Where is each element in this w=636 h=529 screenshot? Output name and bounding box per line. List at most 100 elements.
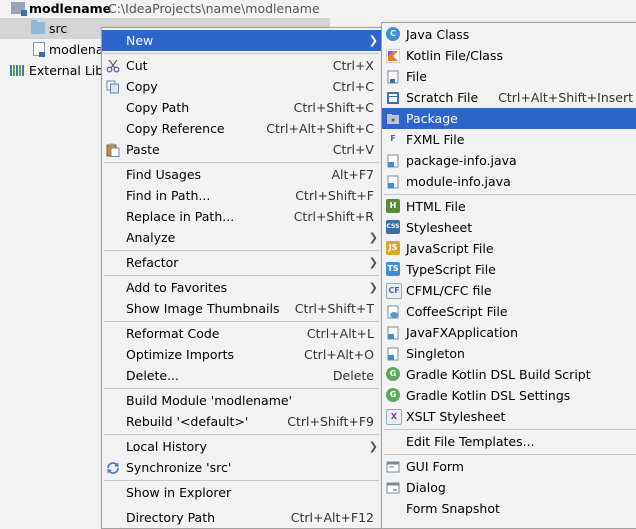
submenu-item-xslt-stylesheet[interactable]: X XSLT Stylesheet: [382, 406, 636, 427]
menu-item-label: Scratch File: [406, 90, 479, 105]
submenu-item-gradle-kotlin-settings[interactable]: G Gradle Kotlin DSL Settings: [382, 385, 636, 406]
java-class-icon: C: [386, 27, 400, 41]
menu-item-analyze[interactable]: Analyze ❯: [102, 227, 381, 248]
menu-item-label: Reformat Code: [126, 326, 220, 341]
module-file-label: modlena: [49, 42, 104, 57]
shortcut-label: Ctrl+Shift+C: [293, 100, 374, 115]
menu-separator: [104, 321, 379, 322]
menu-item-label: File: [406, 69, 427, 84]
javafx-icon: [386, 325, 400, 340]
menu-item-label: TypeScript File: [406, 262, 496, 277]
menu-item-label: Kotlin File/Class: [406, 48, 503, 63]
submenu-item-form-snapshot[interactable]: Form Snapshot: [382, 498, 636, 519]
menu-item-label: New: [126, 33, 154, 48]
copy-icon: [106, 79, 120, 94]
menu-item-label: Show in Explorer: [126, 485, 232, 500]
submenu-item-dialog[interactable]: Dialog: [382, 477, 636, 498]
tree-row-module-file[interactable]: modlena: [0, 39, 104, 60]
menu-item-local-history[interactable]: Local History ❯: [102, 436, 381, 457]
submenu-item-cfml-file[interactable]: CF CFML/CFC file: [382, 280, 636, 301]
menu-item-label: FXML File: [406, 132, 465, 147]
shortcut-label: Ctrl+Alt+O: [304, 347, 374, 362]
menu-item-label: Build Module 'modlename': [126, 393, 293, 408]
menu-item-paste[interactable]: Paste Ctrl+V: [102, 139, 381, 160]
submenu-item-gui-form[interactable]: GUI Form: [382, 456, 636, 477]
menu-item-synchronize[interactable]: Synchronize 'src': [102, 457, 381, 478]
menu-item-new[interactable]: New ❯: [102, 30, 381, 51]
tree-row-project-root[interactable]: modlename C:\IdeaProjects\name\modlename: [0, 0, 330, 19]
menu-item-copy-reference[interactable]: Copy Reference Ctrl+Alt+Shift+C: [102, 118, 381, 139]
javascript-icon: JS: [386, 241, 400, 255]
xslt-icon: X: [386, 409, 402, 425]
module-file-icon: [33, 42, 45, 57]
menu-item-find-usages[interactable]: Find Usages Alt+F7: [102, 164, 381, 185]
submenu-item-package[interactable]: Package: [382, 108, 636, 129]
menu-item-label: module-info.java: [406, 174, 511, 189]
submenu-item-typescript-file[interactable]: TS TypeScript File: [382, 259, 636, 280]
submenu-item-html-file[interactable]: H HTML File: [382, 196, 636, 217]
submenu-item-javascript-file[interactable]: JS JavaScript File: [382, 238, 636, 259]
menu-item-label: Copy Reference: [126, 121, 225, 136]
shortcut-label: Ctrl+X: [332, 58, 374, 73]
cfml-icon: CF: [386, 283, 402, 299]
paste-icon: [106, 142, 120, 157]
submenu-item-fxml-file[interactable]: F FXML File: [382, 129, 636, 150]
menu-separator: [104, 275, 379, 276]
menu-item-label: Singleton: [406, 346, 465, 361]
menu-separator: [104, 250, 379, 251]
coffeescript-icon: [386, 304, 400, 319]
menu-item-label: XSLT Stylesheet: [406, 409, 506, 424]
submenu-item-file[interactable]: File: [382, 66, 636, 87]
html-icon: H: [386, 199, 400, 213]
submenu-item-stylesheet[interactable]: CSS Stylesheet: [382, 217, 636, 238]
menu-item-show-in-explorer[interactable]: Show in Explorer: [102, 482, 381, 503]
project-name: modlename: [29, 1, 112, 16]
menu-item-copy[interactable]: Copy Ctrl+C: [102, 76, 381, 97]
gradle-icon: G: [386, 367, 400, 381]
menu-item-build-module[interactable]: Build Module 'modlename': [102, 390, 381, 411]
submenu-item-javafx-application[interactable]: JavaFXApplication: [382, 322, 636, 343]
menu-item-copy-path[interactable]: Copy Path Ctrl+Shift+C: [102, 97, 381, 118]
submenu-item-package-info[interactable]: package-info.java: [382, 150, 636, 171]
menu-item-label: HTML File: [406, 199, 466, 214]
chevron-right-icon: ❯: [368, 281, 378, 294]
submenu-item-edit-file-templates[interactable]: Edit File Templates...: [382, 431, 636, 452]
submenu-item-coffeescript-file[interactable]: CoffeeScript File: [382, 301, 636, 322]
menu-item-optimize-imports[interactable]: Optimize Imports Ctrl+Alt+O: [102, 344, 381, 365]
menu-item-rebuild[interactable]: Rebuild '<default>' Ctrl+Shift+F9: [102, 411, 381, 432]
menu-item-label: JavaFXApplication: [406, 325, 518, 340]
menu-item-label: Directory Path: [126, 510, 216, 525]
menu-separator: [384, 194, 636, 195]
kotlin-icon: [385, 48, 401, 64]
submenu-item-singleton[interactable]: Singleton: [382, 343, 636, 364]
submenu-item-kotlin-file[interactable]: Kotlin File/Class: [382, 45, 636, 66]
menu-separator: [104, 53, 379, 54]
submenu-item-gradle-kotlin-build-script[interactable]: G Gradle Kotlin DSL Build Script: [382, 364, 636, 385]
menu-item-directory-path[interactable]: Directory Path Ctrl+Alt+F12: [102, 507, 381, 528]
submenu-item-scratch-file[interactable]: Scratch File Ctrl+Alt+Shift+Insert: [382, 87, 636, 108]
shortcut-label: Ctrl+Shift+F: [295, 188, 374, 203]
menu-item-cut[interactable]: Cut Ctrl+X: [102, 55, 381, 76]
menu-item-replace-in-path[interactable]: Replace in Path... Ctrl+Shift+R: [102, 206, 381, 227]
project-path: C:\IdeaProjects\name\modlename: [108, 1, 320, 16]
menu-item-add-to-favorites[interactable]: Add to Favorites ❯: [102, 277, 381, 298]
package-folder-icon: [386, 111, 400, 125]
menu-item-reformat-code[interactable]: Reformat Code Ctrl+Alt+L: [102, 323, 381, 344]
menu-item-delete[interactable]: Delete... Delete: [102, 365, 381, 386]
shortcut-label: Ctrl+V: [332, 142, 374, 157]
menu-item-label: package-info.java: [406, 153, 517, 168]
menu-item-show-image-thumbnails[interactable]: Show Image Thumbnails Ctrl+Shift+T: [102, 298, 381, 319]
submenu-item-module-info[interactable]: module-info.java: [382, 171, 636, 192]
menu-item-label: Refactor: [126, 255, 179, 270]
menu-item-label: Cut: [126, 58, 148, 73]
menu-item-label: Edit File Templates...: [406, 434, 535, 449]
submenu-item-java-class[interactable]: C Java Class: [382, 24, 636, 45]
menu-item-find-in-path[interactable]: Find in Path... Ctrl+Shift+F: [102, 185, 381, 206]
menu-item-label: Dialog: [406, 480, 446, 495]
tree-row-external-libraries[interactable]: External Libr: [0, 60, 108, 81]
chevron-right-icon: ❯: [368, 231, 378, 244]
folder-icon: [31, 20, 45, 34]
menu-item-refactor[interactable]: Refactor ❯: [102, 252, 381, 273]
menu-item-label: Gradle Kotlin DSL Settings: [406, 388, 571, 403]
menu-separator: [384, 429, 636, 430]
